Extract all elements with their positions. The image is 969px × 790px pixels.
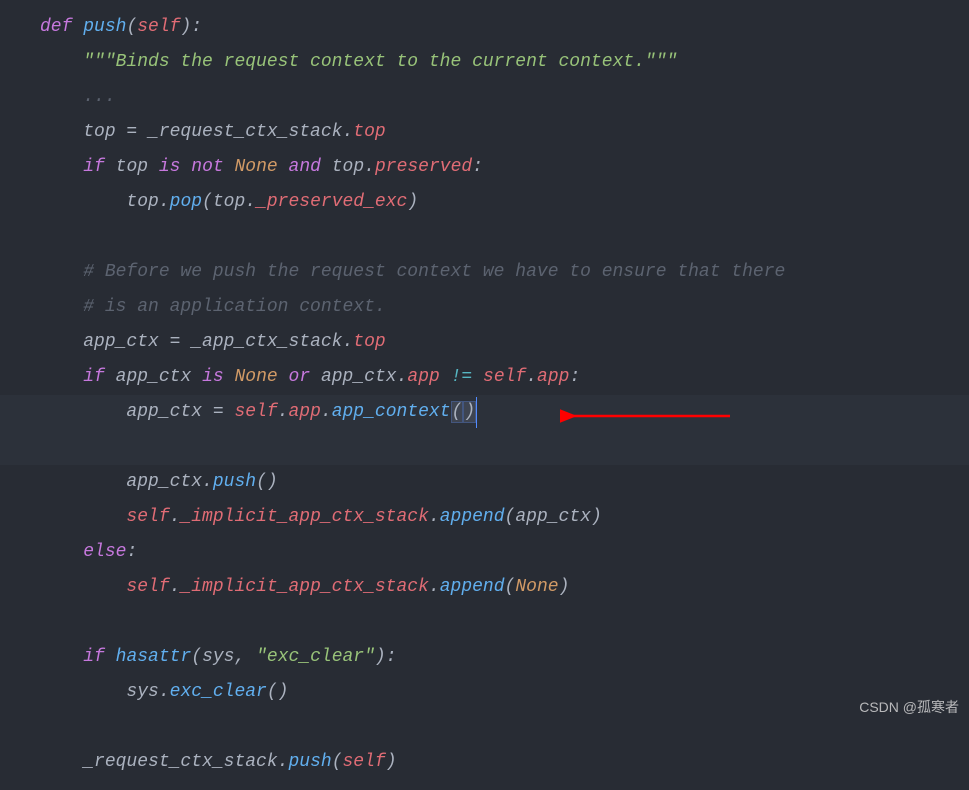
code-line[interactable]: top = _request_ctx_stack.top <box>40 115 969 150</box>
code-line[interactable]: app_ctx.push() <box>40 465 969 500</box>
bracket-open: ( <box>451 401 464 423</box>
code-line[interactable]: self._implicit_app_ctx_stack.append(app_… <box>40 500 969 535</box>
code-line[interactable]: # Before we push the request context we … <box>40 255 969 290</box>
code-line[interactable]: self._implicit_app_ctx_stack.append(None… <box>40 570 969 605</box>
code-line[interactable]: """Binds the request context to the curr… <box>40 45 969 80</box>
ellipsis: ... <box>83 87 115 107</box>
code-line[interactable]: else: <box>40 535 969 570</box>
code-line[interactable]: def push(self): <box>40 10 969 45</box>
code-line[interactable]: top.pop(top._preserved_exc) <box>40 185 969 220</box>
code-line-empty[interactable] <box>40 605 969 640</box>
code-line-active[interactable]: app_ctx = self.app.app_context() <box>0 395 969 465</box>
code-line[interactable]: # is an application context. <box>40 290 969 325</box>
keyword-def: def <box>40 17 72 37</box>
param-self: self <box>137 17 180 37</box>
code-line[interactable]: _request_ctx_stack.push(self) <box>40 745 969 780</box>
comment: # is an application context. <box>83 297 385 317</box>
code-line-empty[interactable] <box>40 220 969 255</box>
docstring: """Binds the request context to the curr… <box>83 52 677 72</box>
watermark-text: CSDN @孤寒者 <box>859 697 959 717</box>
code-line-empty[interactable] <box>40 710 969 745</box>
code-line[interactable]: if app_ctx is None or app_ctx.app != sel… <box>40 360 969 395</box>
code-line[interactable]: ... <box>40 80 969 115</box>
function-name: push <box>83 17 126 37</box>
annotation-arrow-icon <box>560 405 740 427</box>
text-cursor: ) <box>463 395 476 430</box>
code-line[interactable]: if hasattr(sys, "exc_clear"): <box>40 640 969 675</box>
var: _request_ctx_stack <box>148 122 342 142</box>
code-editor[interactable]: def push(self): """Binds the request con… <box>0 0 969 790</box>
code-line[interactable]: if top is not None and top.preserved: <box>40 150 969 185</box>
code-line[interactable]: sys.exc_clear() <box>40 675 969 710</box>
bracket-close: ) <box>463 401 476 423</box>
code-line[interactable]: app_ctx = _app_ctx_stack.top <box>40 325 969 360</box>
comment: # Before we push the request context we … <box>83 262 785 282</box>
